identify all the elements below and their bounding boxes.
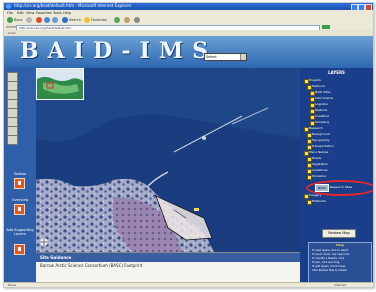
overview-label: Overview <box>11 198 29 202</box>
stop-icon[interactable] <box>36 17 42 23</box>
zoom-select-value: Select <box>206 55 217 59</box>
zoom-select[interactable]: Select <box>204 53 247 61</box>
toolbar-label: Toolbar <box>13 172 27 176</box>
search-label[interactable]: Search <box>69 16 81 24</box>
status-bar: Done Internet <box>4 282 373 287</box>
status-text: Done <box>8 283 16 287</box>
history-icon[interactable] <box>114 17 120 23</box>
back-icon[interactable] <box>7 17 13 23</box>
redraw-map-button[interactable]: Redraw Map <box>322 229 356 238</box>
browser-logo-icon <box>6 4 11 9</box>
add-layers-label: Add Supporting Layers <box>6 228 34 236</box>
overview-inset[interactable] <box>36 68 84 100</box>
screenshot-photo: http://sis.org/baid/default.htm - Micros… <box>3 2 374 288</box>
window-title: http://sis.org/baid/default.htm - Micros… <box>14 3 132 8</box>
help-line: Click Redraw Map to refresh <box>312 269 348 272</box>
web-page: BAID-IMS Select Toolbar Overview Add Sup… <box>4 36 373 284</box>
refresh-icon[interactable] <box>44 17 50 23</box>
go-button[interactable] <box>322 25 330 29</box>
highlight-label: Research Sites <box>330 185 353 189</box>
chevron-down-icon <box>240 54 246 60</box>
favorites-icon[interactable] <box>84 17 90 23</box>
zone-text: Internet <box>334 283 346 287</box>
help-header: Help <box>336 243 344 247</box>
add-layers-icon[interactable] <box>14 244 25 255</box>
info-text: Barrow Arctic Science Consortium (BASC) … <box>40 263 143 268</box>
highlight-badge[interactable]: BASC <box>315 184 329 192</box>
print-icon[interactable] <box>134 17 140 23</box>
toolbar-toggle-icon[interactable] <box>14 178 25 189</box>
browser-title-bar: http://sis.org/baid/default.htm - Micros… <box>4 3 373 11</box>
left-toolbar: Toolbar Overview Add Supporting Layers <box>4 68 36 282</box>
app-banner: BAID-IMS Select <box>4 36 373 68</box>
layers-header: LAYERS <box>328 70 345 75</box>
favorites-label[interactable]: Favorites <box>91 16 107 24</box>
info-header: Site Guidance <box>36 253 300 262</box>
overview-toggle-icon[interactable] <box>14 204 25 215</box>
clear-tool[interactable] <box>7 135 18 145</box>
search-icon[interactable] <box>62 17 68 23</box>
back-label[interactable]: Back <box>14 16 23 24</box>
home-icon[interactable] <box>52 17 58 23</box>
forward-icon[interactable] <box>26 17 32 23</box>
overview-inset-map <box>37 69 83 99</box>
help-box: Help To view layers, click to select To … <box>308 242 372 284</box>
info-panel: Site Guidance Barrow Arctic Science Cons… <box>36 252 300 283</box>
info-header-text: Site Guidance <box>40 255 72 260</box>
app-logo: BAID-IMS <box>20 38 218 64</box>
map-view[interactable] <box>36 68 300 252</box>
mail-icon[interactable] <box>124 17 130 23</box>
